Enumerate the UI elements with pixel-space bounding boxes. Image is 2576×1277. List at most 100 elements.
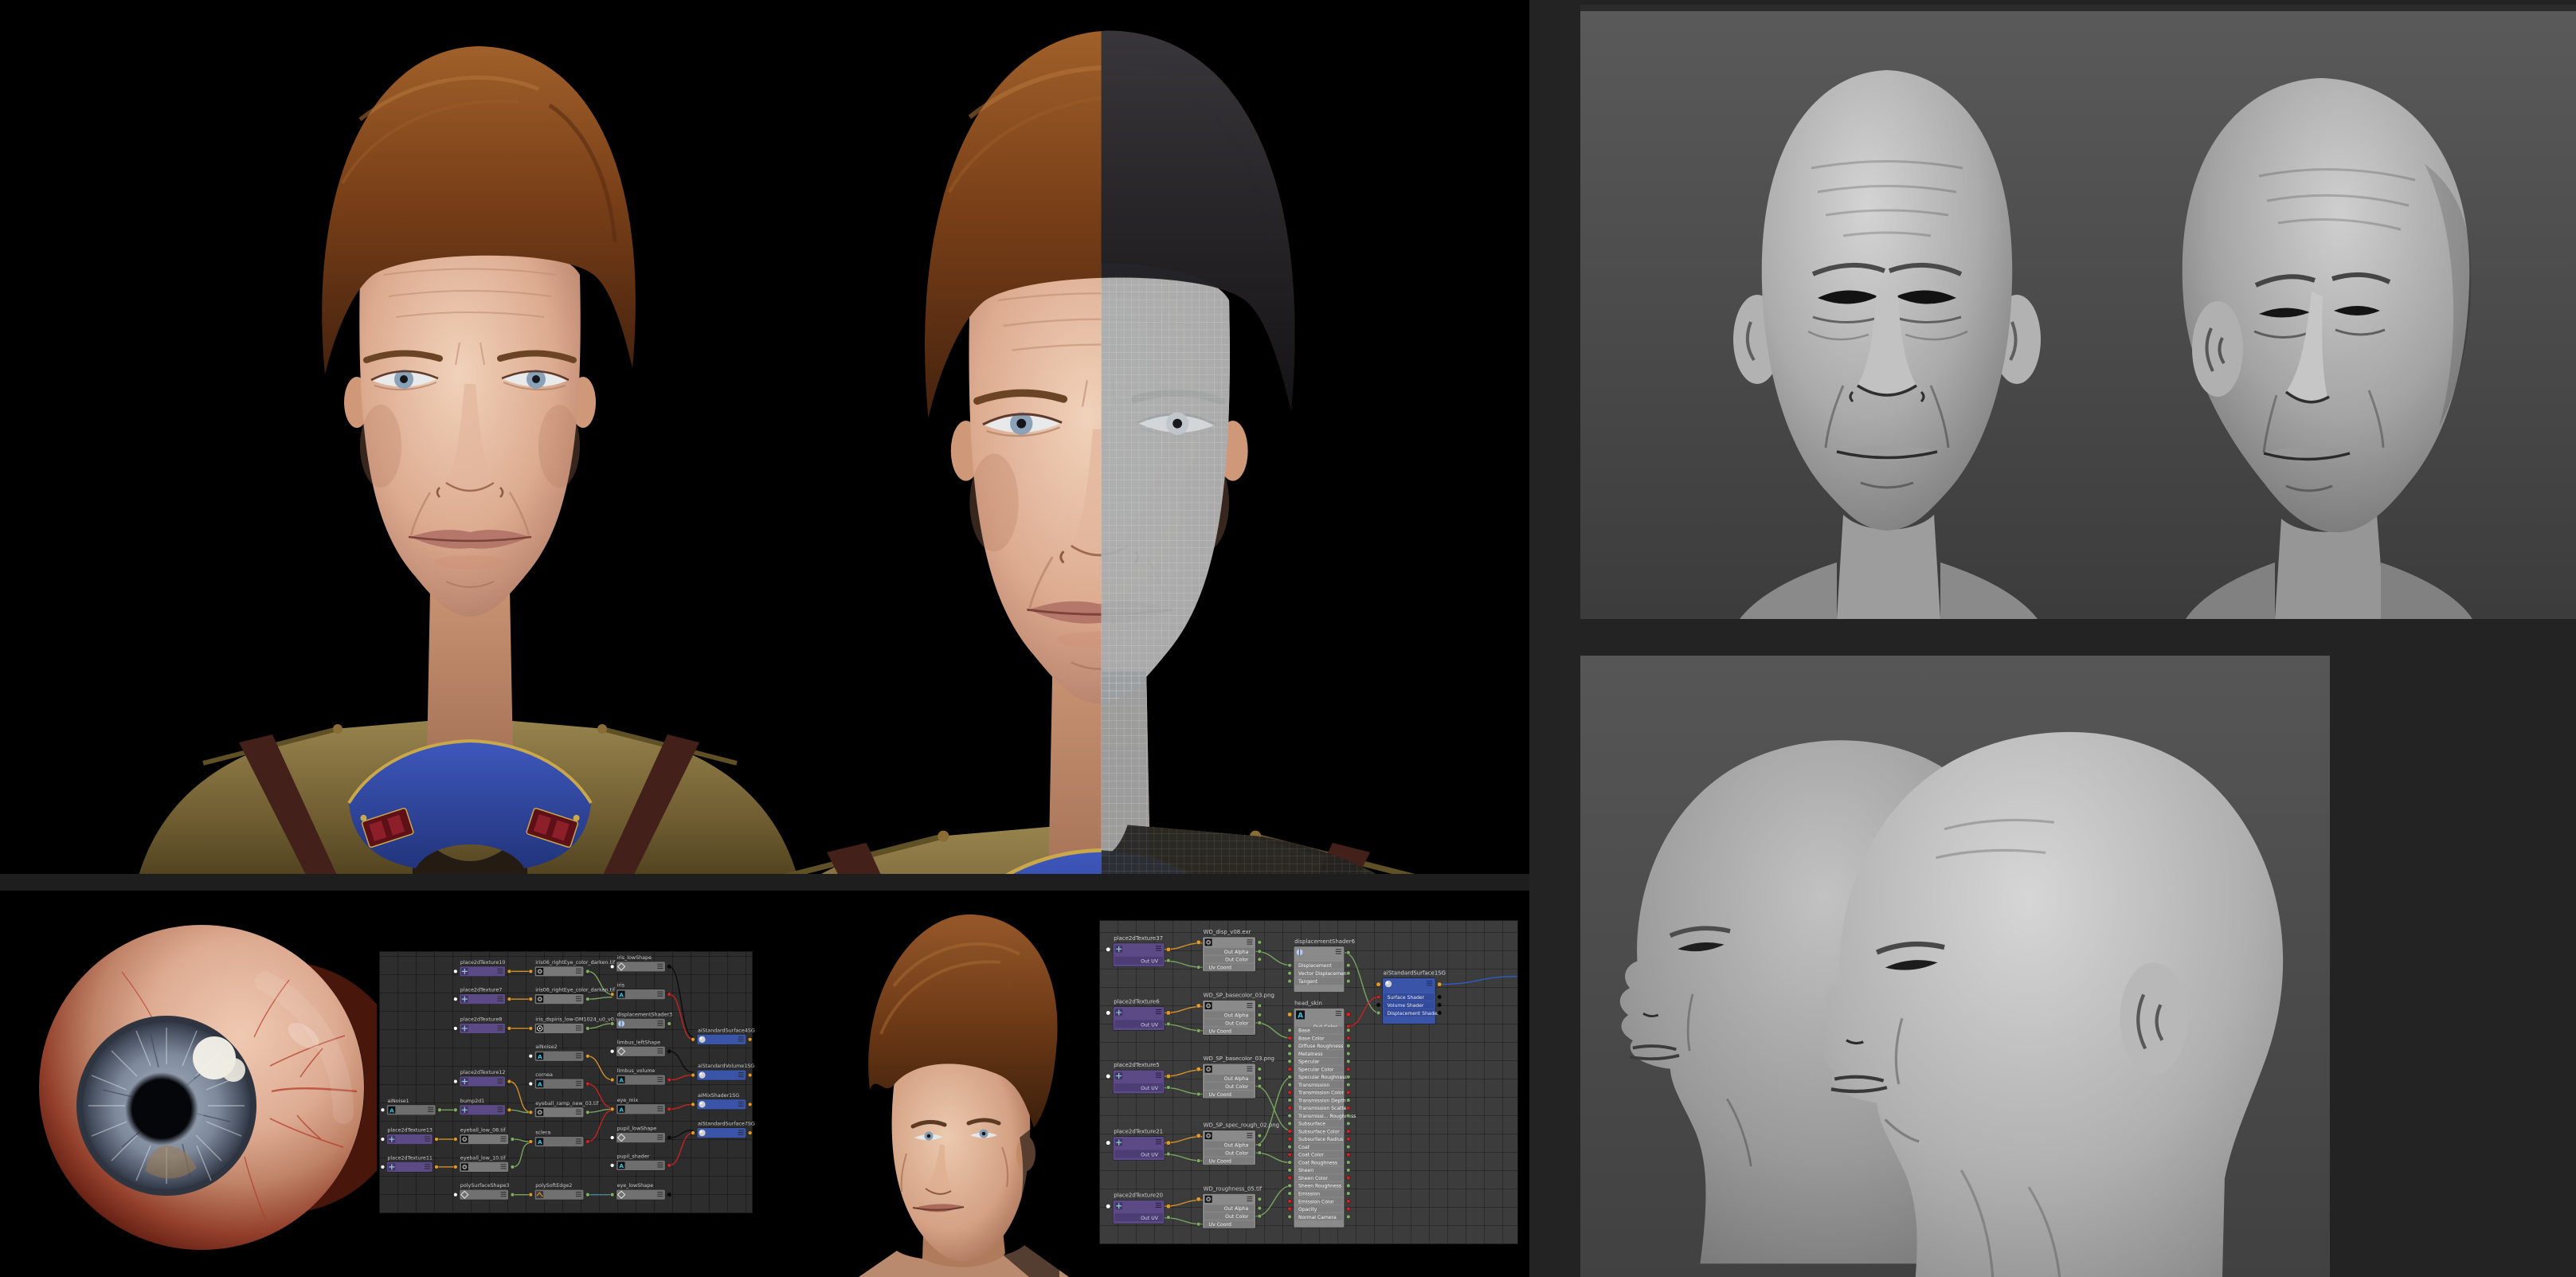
svg-text:Uv Coord: Uv Coord	[1209, 1092, 1231, 1098]
svg-text:Out UV: Out UV	[1141, 1086, 1159, 1091]
svg-text:eyeball_low_10.tif: eyeball_low_10.tif	[460, 1155, 507, 1161]
graph-node: place2dTexture12	[453, 1070, 511, 1087]
clay-sculpt-panel-front	[1580, 5, 2576, 619]
graph-node: Airis	[610, 983, 671, 1000]
svg-text:iris_dspiris_low-DM1024_u0_v0.: iris_dspiris_low-DM1024_u0_v0.exr	[535, 1017, 624, 1022]
graph-node: place2dTexture11	[381, 1155, 438, 1172]
svg-text:Out Alpha: Out Alpha	[1224, 1143, 1249, 1149]
divider-band	[0, 874, 1529, 891]
svg-text:head_skin: head_skin	[1294, 1000, 1322, 1006]
svg-text:eye_mix: eye_mix	[617, 1098, 639, 1103]
svg-text:displacementShader6: displacementShader6	[1294, 938, 1355, 945]
svg-text:WD_roughness_05.tif: WD_roughness_05.tif	[1204, 1185, 1263, 1192]
graph-node: aiStandardSurface4SG	[691, 1028, 755, 1044]
svg-text:Transmission Depth: Transmission Depth	[1298, 1098, 1346, 1103]
svg-text:WD_disp_v08.exr: WD_disp_v08.exr	[1204, 929, 1251, 935]
graph-node: AaiNoise1	[381, 1099, 441, 1115]
graph-node: eye_lowShape	[610, 1183, 671, 1200]
main-render	[0, 0, 1529, 887]
svg-text:A: A	[619, 1106, 624, 1113]
svg-text:Vector Displacement: Vector Displacement	[1298, 971, 1349, 977]
svg-text:Out Alpha: Out Alpha	[1224, 1206, 1249, 1212]
svg-text:polySoftEdge2: polySoftEdge2	[535, 1183, 572, 1189]
svg-text:Sheen: Sheen	[1298, 1168, 1313, 1173]
graph-node: Out UV place2dTexture5	[1106, 1062, 1170, 1094]
svg-text:Out Alpha: Out Alpha	[1224, 1076, 1249, 1082]
svg-text:eyeball_low_08.tif: eyeball_low_08.tif	[460, 1128, 507, 1134]
svg-text:eyeball_ramp_new_03.tif: eyeball_ramp_new_03.tif	[535, 1101, 599, 1107]
node-graph-eye-shader: place2dTexture10iris06_rightEye_color_da…	[379, 951, 753, 1213]
svg-text:Base: Base	[1298, 1028, 1310, 1034]
svg-text:polySurfaceShape3: polySurfaceShape3	[460, 1183, 510, 1189]
graph-node: Out UVplace2dTexture37	[1106, 935, 1170, 967]
svg-text:Metalness: Metalness	[1298, 1052, 1323, 1057]
svg-text:Out Color: Out Color	[1225, 1151, 1249, 1157]
svg-text:place2dTexture7: place2dTexture7	[460, 988, 503, 993]
svg-text:Specular: Specular	[1298, 1060, 1320, 1065]
graph-node: AaiNoise2	[529, 1044, 589, 1061]
svg-text:aiStandardVolume1SG: aiStandardVolume1SG	[698, 1064, 754, 1069]
graph-node: eyeball_ramp_new_03.tif	[529, 1101, 599, 1118]
graph-node: eyeball_low_08.tif	[453, 1128, 514, 1145]
pupil	[125, 1072, 198, 1146]
graph-node: bump2d1	[453, 1099, 511, 1115]
svg-text:Out Color: Out Color	[1225, 1020, 1249, 1026]
graph-node: eyeball_low_10.tif	[453, 1155, 514, 1172]
svg-text:aiStandardSurface4SG: aiStandardSurface4SG	[698, 1028, 755, 1033]
graph-node: limbus_leftShape	[610, 1040, 671, 1056]
svg-text:Specular Roughness: Specular Roughness	[1298, 1075, 1348, 1080]
node-graph-skin-shader: Out UVplace2dTexture37Out UVplace2dTextu…	[1099, 920, 1518, 1244]
graph-node: Out AlphaOut ColorUv CoordWD_disp_v08.ex…	[1196, 929, 1262, 972]
textured-bust-renders	[0, 0, 1529, 887]
svg-text:Out Color: Out Color	[1225, 958, 1249, 963]
svg-text:Out UV: Out UV	[1141, 1022, 1159, 1028]
svg-text:Opacity: Opacity	[1298, 1207, 1317, 1212]
svg-text:Out Alpha: Out Alpha	[1224, 1013, 1249, 1018]
svg-text:Displacement Shader: Displacement Shader	[1388, 1011, 1440, 1017]
svg-text:Specular Color: Specular Color	[1298, 1067, 1334, 1072]
svg-text:eye_lowShape: eye_lowShape	[617, 1183, 654, 1189]
node-graph-canvas: Out UVplace2dTexture37Out UVplace2dTextu…	[1100, 921, 1517, 1244]
svg-text:Out Color: Out Color	[1225, 1084, 1249, 1090]
svg-text:place2dTexture13: place2dTexture13	[387, 1128, 433, 1134]
svg-text:Uv Coord: Uv Coord	[1209, 1159, 1231, 1165]
svg-text:Base Color: Base Color	[1298, 1036, 1325, 1041]
svg-text:Volume Shader: Volume Shader	[1388, 1003, 1424, 1009]
svg-text:Transmission Color: Transmission Color	[1298, 1091, 1344, 1096]
graph-node: place2dTexture8	[453, 1017, 511, 1033]
svg-text:bump2d1: bump2d1	[460, 1099, 484, 1104]
svg-text:Normal Camera: Normal Camera	[1298, 1215, 1337, 1220]
graph-node: Out AlphaOut ColorUv CoordWD_SP_basecolo…	[1196, 993, 1274, 1036]
graph-node: place2dTexture7	[453, 988, 511, 1005]
svg-text:Emission Color: Emission Color	[1298, 1199, 1334, 1205]
svg-text:place2dTexture5: place2dTexture5	[1114, 1062, 1159, 1068]
svg-text:A: A	[538, 1081, 542, 1088]
graph-node: Out UV place2dTexture21	[1106, 1129, 1170, 1161]
svg-text:sclera: sclera	[535, 1130, 550, 1136]
svg-text:Out UV: Out UV	[1141, 1153, 1159, 1158]
graph-node: Out UV place2dTexture6	[1106, 998, 1170, 1030]
small-bust-render	[820, 891, 1084, 1277]
svg-text:A: A	[619, 1077, 624, 1084]
graph-node: Surface ShaderVolume ShaderDisplacement …	[1376, 970, 1446, 1024]
svg-text:place2dTexture12: place2dTexture12	[460, 1070, 506, 1075]
svg-text:cornea: cornea	[535, 1072, 553, 1078]
svg-text:place2dTexture6: place2dTexture6	[1114, 998, 1159, 1005]
svg-text:iris: iris	[617, 983, 624, 989]
svg-text:Emission: Emission	[1298, 1191, 1320, 1197]
svg-text:aiNoise2: aiNoise2	[535, 1044, 557, 1050]
svg-text:A: A	[1298, 1012, 1303, 1020]
graph-node: Aeye_mix	[610, 1098, 671, 1114]
graph-node: Out UVplace2dTexture20	[1106, 1192, 1170, 1224]
svg-text:A: A	[538, 1053, 542, 1060]
svg-text:place2dTexture8: place2dTexture8	[460, 1017, 503, 1022]
eyeball-render	[26, 908, 377, 1277]
svg-text:Out Alpha: Out Alpha	[1224, 950, 1249, 955]
svg-text:A: A	[538, 1138, 542, 1146]
svg-text:place2dTexture20: place2dTexture20	[1114, 1192, 1163, 1198]
svg-text:iris_lowShape: iris_lowShape	[617, 955, 652, 961]
svg-text:place2dTexture21: place2dTexture21	[1114, 1129, 1163, 1135]
graph-node: pupil_lowShape	[610, 1126, 671, 1143]
graph-node: iris_dspiris_low-DM1024_u0_v0.exr	[529, 1017, 624, 1033]
node-graph-canvas: place2dTexture10iris06_rightEye_color_da…	[380, 952, 752, 1212]
